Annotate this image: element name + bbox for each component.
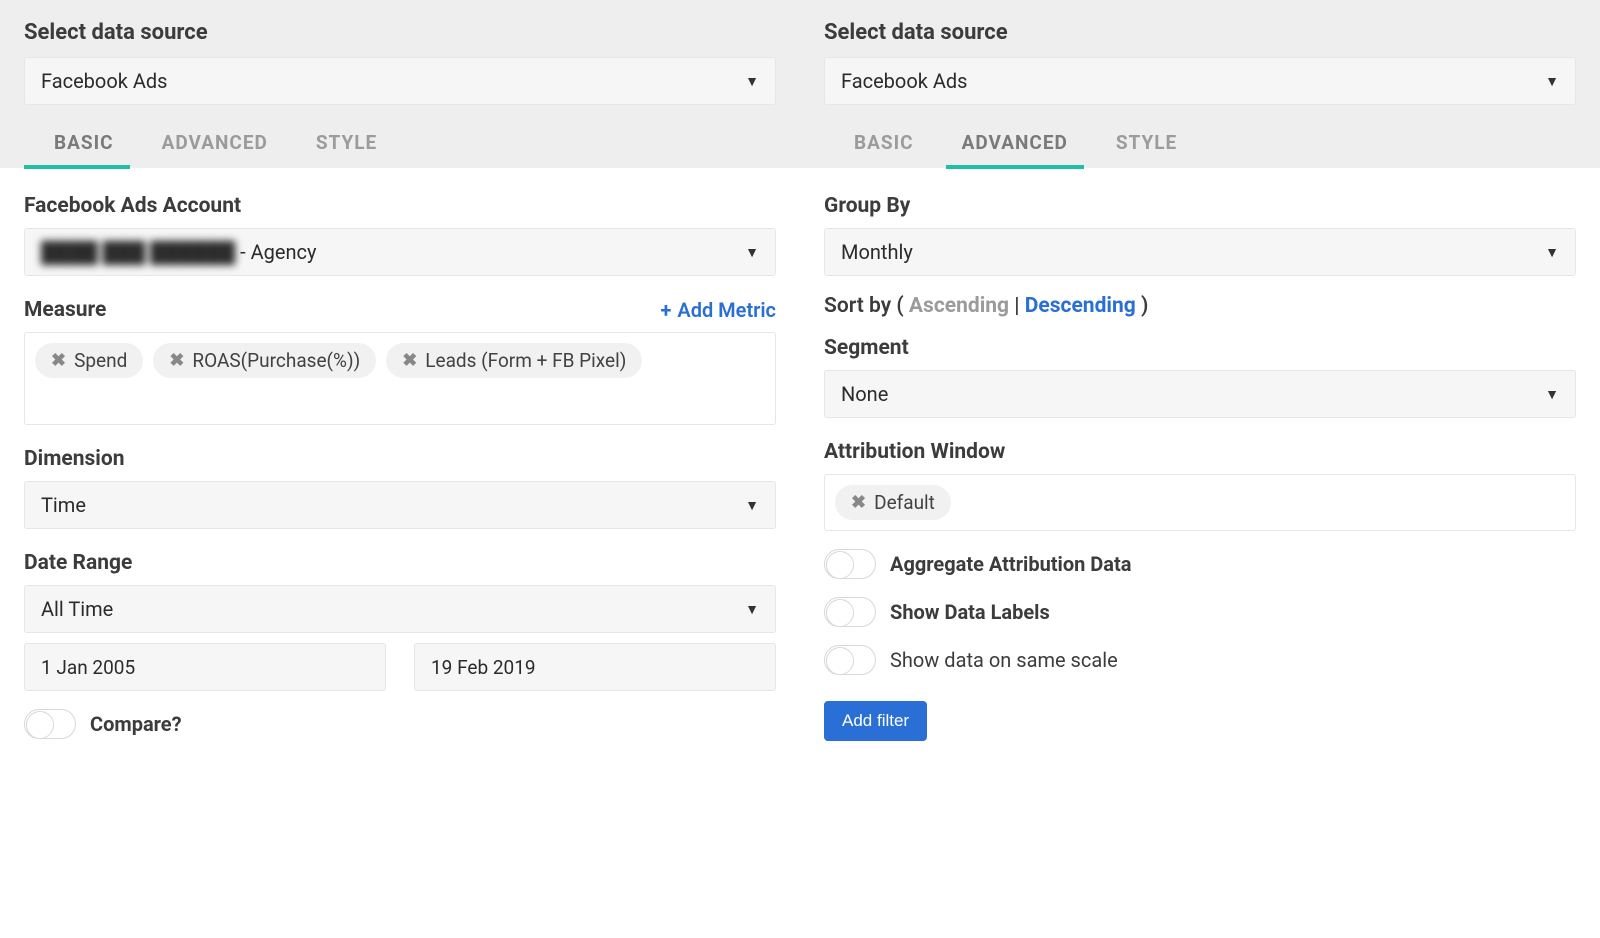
- add-filter-button[interactable]: Add filter: [824, 701, 927, 741]
- data-source-value: Facebook Ads: [41, 69, 167, 93]
- tab-advanced[interactable]: ADVANCED: [962, 131, 1068, 168]
- tab-style[interactable]: STYLE: [1116, 131, 1177, 168]
- measure-chip[interactable]: ✖ Leads (Form + FB Pixel): [386, 343, 642, 378]
- close-icon[interactable]: ✖: [851, 494, 866, 512]
- chip-label: ROAS(Purchase(%)): [192, 349, 360, 372]
- attribution-chip[interactable]: ✖ Default: [835, 485, 951, 520]
- dimension-value: Time: [41, 493, 86, 517]
- attribution-window-label: Attribution Window: [824, 440, 1576, 464]
- data-source-value: Facebook Ads: [841, 69, 967, 93]
- account-suffix: - Agency: [235, 240, 316, 264]
- group-by-label: Group By: [824, 194, 1576, 218]
- select-data-source-heading: Select data source: [24, 20, 776, 45]
- caret-down-icon: ▼: [745, 497, 759, 514]
- date-range-label: Date Range: [24, 551, 776, 575]
- show-data-labels-label: Show Data Labels: [890, 600, 1050, 624]
- close-icon[interactable]: ✖: [51, 352, 66, 370]
- account-label: Facebook Ads Account: [24, 194, 776, 218]
- sort-by-row: Sort by ( Ascending | Descending ): [824, 294, 1576, 318]
- chip-label: Spend: [74, 349, 127, 372]
- measure-chip-well[interactable]: ✖ Spend ✖ ROAS(Purchase(%)) ✖ Leads (For…: [24, 332, 776, 425]
- sort-ascending[interactable]: Ascending: [909, 294, 1009, 318]
- close-icon[interactable]: ✖: [402, 352, 417, 370]
- close-icon[interactable]: ✖: [169, 352, 184, 370]
- date-end-input[interactable]: 19 Feb 2019: [414, 643, 776, 691]
- chip-label: Leads (Form + FB Pixel): [425, 349, 626, 372]
- sort-suffix: ): [1136, 294, 1149, 318]
- plus-icon: +: [660, 300, 671, 320]
- tabs: BASIC ADVANCED STYLE: [24, 105, 776, 168]
- same-scale-label: Show data on same scale: [890, 648, 1118, 672]
- caret-down-icon: ▼: [1545, 73, 1559, 90]
- measure-label: Measure: [24, 298, 106, 322]
- tab-basic[interactable]: BASIC: [854, 131, 914, 168]
- date-start-value: 1 Jan 2005: [41, 656, 135, 679]
- dimension-select[interactable]: Time ▼: [24, 481, 776, 529]
- segment-label: Segment: [824, 336, 1576, 360]
- caret-down-icon: ▼: [745, 601, 759, 618]
- add-metric-button[interactable]: + Add Metric: [660, 298, 776, 322]
- group-by-value: Monthly: [841, 240, 913, 264]
- show-data-labels-toggle[interactable]: [824, 597, 876, 627]
- account-value: ████ ███ ██████ - Agency: [41, 240, 316, 265]
- aggregate-attribution-label: Aggregate Attribution Data: [890, 552, 1131, 576]
- date-range-value: All Time: [41, 597, 113, 621]
- date-range-select[interactable]: All Time ▼: [24, 585, 776, 633]
- measure-chip[interactable]: ✖ Spend: [35, 343, 143, 378]
- sort-sep: |: [1009, 294, 1025, 318]
- select-data-source-heading: Select data source: [824, 20, 1576, 45]
- data-source-select[interactable]: Facebook Ads ▼: [824, 57, 1576, 105]
- tab-advanced[interactable]: ADVANCED: [162, 131, 268, 168]
- tab-style[interactable]: STYLE: [316, 131, 377, 168]
- account-select[interactable]: ████ ███ ██████ - Agency ▼: [24, 228, 776, 276]
- compare-label: Compare?: [90, 712, 182, 736]
- date-end-value: 19 Feb 2019: [431, 656, 536, 679]
- attribution-chip-well[interactable]: ✖ Default: [824, 474, 1576, 531]
- group-by-select[interactable]: Monthly ▼: [824, 228, 1576, 276]
- account-masked: ████ ███ ██████: [41, 240, 235, 265]
- add-metric-label: Add Metric: [677, 298, 776, 322]
- compare-toggle[interactable]: [24, 709, 76, 739]
- tab-basic[interactable]: BASIC: [54, 131, 114, 168]
- caret-down-icon: ▼: [1545, 244, 1559, 261]
- caret-down-icon: ▼: [745, 73, 759, 90]
- measure-chip[interactable]: ✖ ROAS(Purchase(%)): [153, 343, 376, 378]
- tabs: BASIC ADVANCED STYLE: [824, 105, 1576, 168]
- sort-descending[interactable]: Descending: [1025, 294, 1136, 318]
- segment-value: None: [841, 382, 888, 406]
- sort-prefix: Sort by (: [824, 294, 909, 318]
- same-scale-toggle[interactable]: [824, 645, 876, 675]
- data-source-select[interactable]: Facebook Ads ▼: [24, 57, 776, 105]
- aggregate-attribution-toggle[interactable]: [824, 549, 876, 579]
- dimension-label: Dimension: [24, 447, 776, 471]
- segment-select[interactable]: None ▼: [824, 370, 1576, 418]
- caret-down-icon: ▼: [745, 244, 759, 261]
- caret-down-icon: ▼: [1545, 386, 1559, 403]
- chip-label: Default: [874, 491, 935, 514]
- date-start-input[interactable]: 1 Jan 2005: [24, 643, 386, 691]
